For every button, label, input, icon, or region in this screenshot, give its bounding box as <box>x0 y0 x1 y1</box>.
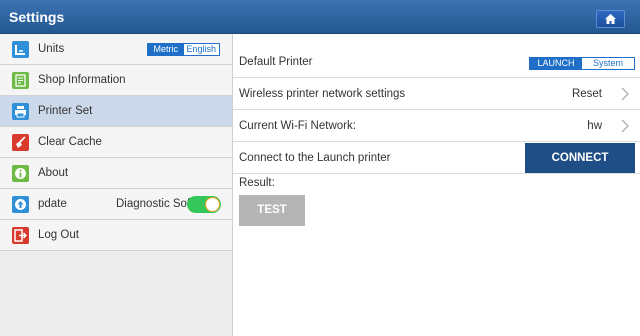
title-bar: Settings <box>0 0 640 34</box>
sidebar-item-label: pdate <box>38 198 67 210</box>
chevron-right-icon <box>621 87 629 101</box>
sidebar-item-log-out[interactable]: Log Out <box>0 220 232 251</box>
default-printer-row: Default Printer LAUNCH System <box>233 46 640 78</box>
sidebar-item-label: About <box>38 167 69 179</box>
connect-button[interactable]: CONNECT <box>525 143 635 173</box>
sidebar-item-clear-cache[interactable]: Clear Cache <box>0 127 232 158</box>
chevron-right-icon <box>621 119 629 133</box>
connect-printer-row: Connect to the Launch printer CONNECT <box>233 142 640 174</box>
home-icon <box>605 14 616 24</box>
sidebar: Units Metric English Shop Information Pr… <box>0 34 233 336</box>
printer-settings-panel: Default Printer LAUNCH System Wireless p… <box>233 34 640 336</box>
wireless-settings-label: Wireless printer network settings <box>239 88 406 100</box>
diagnostic-toggle-switch[interactable] <box>187 196 221 213</box>
sidebar-item-units[interactable]: Units Metric English <box>0 34 232 65</box>
page-title: Settings <box>9 9 65 25</box>
units-english-option[interactable]: English <box>183 44 219 55</box>
sidebar-item-label: Units <box>38 43 65 55</box>
printer-launch-option[interactable]: LAUNCH <box>530 58 582 69</box>
sidebar-item-label: Clear Cache <box>38 136 102 148</box>
sidebar-item-printer-set[interactable]: Printer Set <box>0 96 232 127</box>
default-printer-label: Default Printer <box>239 56 313 68</box>
result-label: Result: <box>239 177 275 189</box>
sidebar-item-update[interactable]: pdate Diagnostic Sof <box>0 189 232 220</box>
home-button[interactable] <box>596 10 625 28</box>
broom-icon <box>12 134 29 151</box>
sidebar-item-label: Shop Information <box>38 74 126 86</box>
sidebar-item-about[interactable]: About <box>0 158 232 189</box>
units-icon <box>12 41 29 58</box>
units-toggle[interactable]: Metric English <box>147 43 220 56</box>
diagnostic-software-label: Diagnostic Sof <box>116 198 191 210</box>
wireless-settings-row[interactable]: Wireless printer network settings Reset <box>233 78 640 110</box>
units-metric-option[interactable]: Metric <box>148 44 184 55</box>
wifi-network-row[interactable]: Current Wi-Fi Network: hw <box>233 110 640 142</box>
logout-icon <box>12 227 29 244</box>
wifi-network-label: Current Wi-Fi Network: <box>239 120 356 132</box>
printer-system-option[interactable]: System <box>582 58 634 69</box>
reset-link[interactable]: Reset <box>572 88 602 100</box>
switch-knob <box>205 197 220 212</box>
info-icon <box>12 165 29 182</box>
test-print-button[interactable]: TEST PRINT <box>239 195 305 247</box>
sidebar-item-shop-information[interactable]: Shop Information <box>0 65 232 96</box>
shop-info-icon <box>12 72 29 89</box>
wifi-network-value: hw <box>587 120 602 132</box>
default-printer-toggle[interactable]: LAUNCH System <box>529 57 635 70</box>
connect-printer-label: Connect to the Launch printer <box>239 152 391 164</box>
update-icon <box>12 196 29 213</box>
sidebar-item-label: Printer Set <box>38 105 93 117</box>
printer-icon <box>12 103 29 120</box>
sidebar-item-label: Log Out <box>38 229 79 241</box>
